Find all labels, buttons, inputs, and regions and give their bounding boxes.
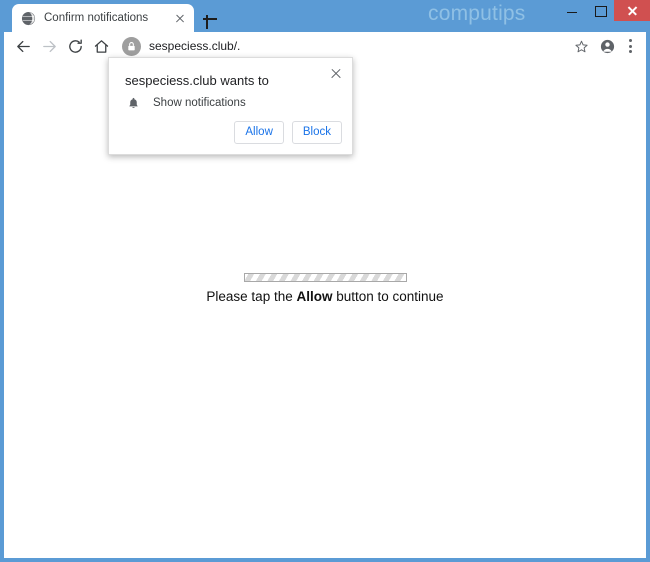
- arrow-right-icon: [42, 40, 56, 52]
- notification-permission-dialog: sespeciess.club wants to Show notificati…: [108, 57, 353, 155]
- allow-button[interactable]: Allow: [234, 121, 284, 144]
- browser-toolbar: sespeciess.club/.: [4, 32, 646, 60]
- reload-icon: [68, 38, 82, 53]
- close-window-button[interactable]: [614, 0, 650, 21]
- lock-icon: [128, 41, 135, 50]
- toolbar-right-actions: [568, 33, 640, 59]
- maximize-button[interactable]: [586, 0, 614, 21]
- new-tab-button[interactable]: [200, 9, 220, 29]
- minimize-button[interactable]: [558, 0, 586, 21]
- dialog-title: sespeciess.club wants to: [125, 73, 269, 88]
- star-icon: [574, 40, 588, 52]
- permission-label: Show notifications: [153, 97, 246, 109]
- avatar-icon: [600, 39, 614, 53]
- page-instruction-text: Please tap the Allow button to continue: [4, 289, 646, 304]
- home-button[interactable]: [88, 33, 114, 59]
- globe-icon: [21, 11, 36, 25]
- kebab-dot: [628, 50, 632, 53]
- dialog-actions: Allow Block: [234, 121, 342, 144]
- browser-window: computips Confirm notifications sespecie…: [0, 0, 650, 562]
- permission-row: Show notifications: [127, 96, 246, 110]
- address-bar[interactable]: sespeciess.club/.: [120, 35, 564, 57]
- back-button[interactable]: [10, 33, 36, 59]
- profile-button[interactable]: [594, 33, 620, 59]
- tab-strip: computips Confirm notifications: [0, 0, 650, 32]
- chrome-menu-button[interactable]: [620, 35, 640, 57]
- window-controls: [558, 0, 650, 21]
- close-dialog-icon[interactable]: [328, 65, 344, 81]
- watermark-text: computips: [428, 2, 526, 25]
- bookmark-button[interactable]: [568, 33, 594, 59]
- arrow-left-icon: [16, 40, 30, 52]
- site-info-button[interactable]: [122, 36, 141, 56]
- tab-title: Confirm notifications: [44, 12, 149, 24]
- close-tab-icon[interactable]: [172, 10, 188, 26]
- kebab-dot: [628, 39, 632, 42]
- forward-button[interactable]: [36, 33, 62, 59]
- url-text[interactable]: sespeciess.club/.: [149, 39, 240, 53]
- instruction-bold-allow: Allow: [296, 289, 333, 304]
- kebab-dot: [628, 44, 632, 48]
- bell-icon: [129, 97, 138, 108]
- instruction-prefix: Please tap the: [206, 289, 297, 304]
- loading-progress-bar: [243, 273, 407, 282]
- block-button[interactable]: Block: [291, 121, 342, 144]
- instruction-suffix: button to continue: [332, 289, 444, 304]
- reload-button[interactable]: [62, 33, 88, 59]
- page-content: Please tap the Allow button to continue: [4, 273, 646, 304]
- browser-tab[interactable]: Confirm notifications: [12, 4, 194, 32]
- home-icon: [94, 39, 108, 53]
